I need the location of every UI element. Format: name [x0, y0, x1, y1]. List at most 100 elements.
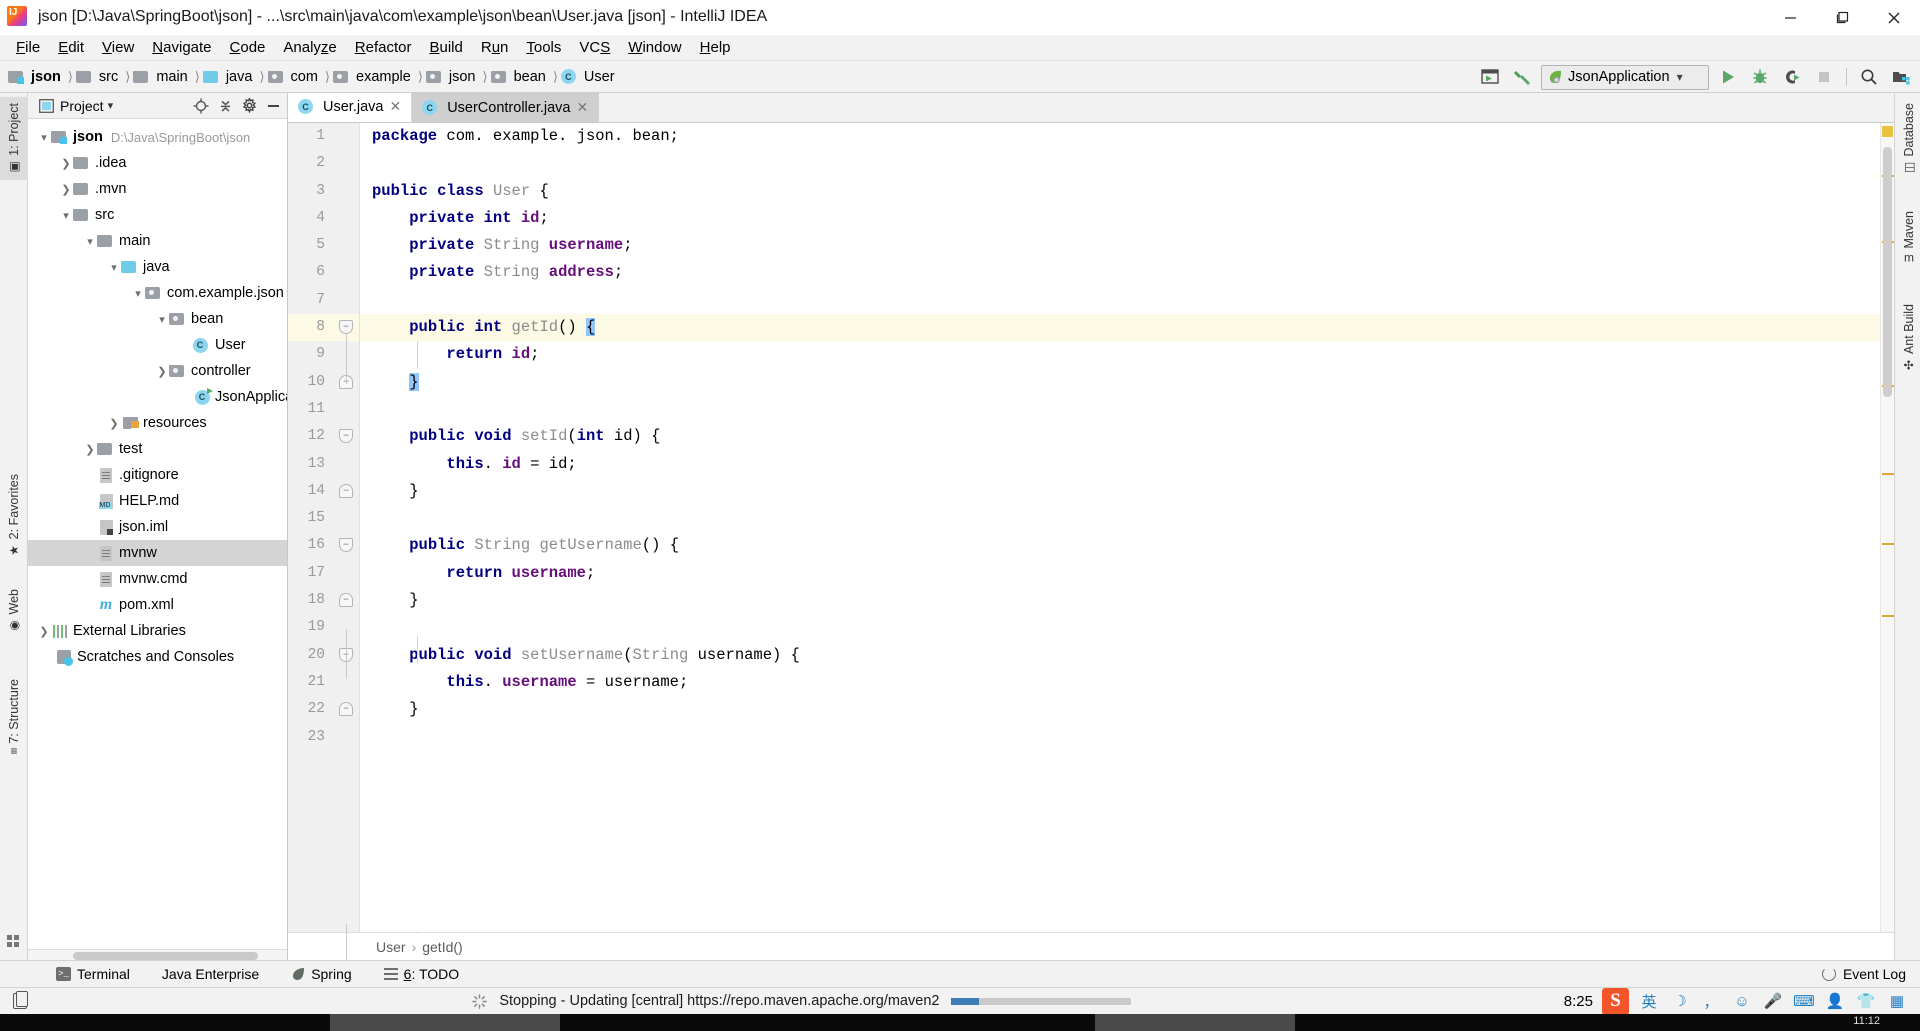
- tree-item-idea[interactable]: ❯ .idea: [28, 150, 287, 176]
- breadcrumb-src[interactable]: src: [75, 68, 122, 86]
- search-everywhere-icon[interactable]: [1856, 65, 1882, 89]
- sidebar-item-structure[interactable]: ≡ 7: Structure: [0, 673, 28, 761]
- tree-item-scratches-and-consoles[interactable]: Scratches and Consoles: [28, 644, 287, 670]
- warning-marker[interactable]: [1882, 473, 1894, 475]
- chevron-down-icon[interactable]: ▾: [82, 233, 98, 249]
- menu-view[interactable]: View: [93, 37, 143, 58]
- fold-collapse-icon[interactable]: –: [339, 320, 353, 335]
- ime-voice-icon[interactable]: 🎤: [1762, 990, 1784, 1012]
- menu-code[interactable]: Code: [221, 37, 275, 58]
- run-configuration-selector[interactable]: JsonApplication ▾: [1541, 64, 1709, 90]
- tree-item-main[interactable]: ▾ main: [28, 228, 287, 254]
- warning-marker[interactable]: [1882, 615, 1894, 617]
- tree-item-json-iml[interactable]: json.iml: [28, 514, 287, 540]
- tab-usercontroller-java[interactable]: C UserController.java ✕: [412, 93, 600, 122]
- sidebar-item-database[interactable]: ◫ Database: [1895, 97, 1920, 181]
- inspection-status-widget[interactable]: [1882, 126, 1893, 137]
- menu-file[interactable]: File: [7, 37, 49, 58]
- chevron-down-icon[interactable]: ▾: [36, 129, 52, 145]
- debug-icon[interactable]: [1747, 65, 1773, 89]
- chevron-down-icon[interactable]: ▾: [108, 99, 114, 112]
- tree-item-mvn[interactable]: ❯ .mvn: [28, 176, 287, 202]
- tree-item-resources[interactable]: ❯ resources: [28, 410, 287, 436]
- fold-collapse-icon[interactable]: –: [339, 429, 353, 444]
- bottom-item-todo[interactable]: 6: TODO: [368, 964, 476, 984]
- chevron-down-icon[interactable]: ▾: [106, 259, 122, 275]
- sidebar-item-favorites[interactable]: ★ 2: Favorites: [0, 468, 28, 563]
- ime-skin-icon[interactable]: 👕: [1855, 990, 1877, 1012]
- select-opened-file-icon[interactable]: [1477, 65, 1503, 89]
- fold-end-icon[interactable]: –: [339, 593, 353, 608]
- more-tool-windows-icon[interactable]: [7, 935, 21, 954]
- menu-refactor[interactable]: Refactor: [346, 37, 421, 58]
- ime-toolbox-icon[interactable]: ▦: [1886, 990, 1908, 1012]
- hide-panel-icon[interactable]: [263, 96, 283, 116]
- breadcrumb-bean[interactable]: bean: [490, 68, 550, 86]
- fold-collapse-icon[interactable]: –: [339, 538, 353, 553]
- sidebar-item-maven[interactable]: m Maven: [1895, 205, 1920, 269]
- menu-vcs[interactable]: VCS: [570, 37, 619, 58]
- breadcrumb-example[interactable]: example: [333, 68, 415, 86]
- chevron-down-icon[interactable]: ▾: [58, 207, 74, 223]
- stop-icon[interactable]: [1811, 65, 1837, 89]
- chevron-down-icon[interactable]: ▾: [154, 311, 170, 327]
- collapse-all-icon[interactable]: [215, 96, 235, 116]
- ime-keyboard-icon[interactable]: ⌨: [1793, 990, 1815, 1012]
- project-horizontal-scrollbar[interactable]: [28, 949, 287, 960]
- breadcrumb-com[interactable]: com: [267, 68, 322, 86]
- vertical-scrollbar-thumb[interactable]: [1883, 147, 1892, 397]
- close-icon[interactable]: ✕: [389, 98, 401, 115]
- menu-edit[interactable]: Edit: [49, 37, 93, 58]
- chevron-right-icon[interactable]: ❯: [106, 415, 122, 431]
- menu-help[interactable]: Help: [691, 37, 740, 58]
- menu-run[interactable]: Run: [472, 37, 518, 58]
- close-button[interactable]: [1868, 0, 1920, 35]
- menu-tools[interactable]: Tools: [517, 37, 570, 58]
- tree-item-external-libraries[interactable]: ❯ External Libraries: [28, 618, 287, 644]
- warning-marker[interactable]: [1882, 543, 1894, 545]
- project-structure-icon[interactable]: [1888, 65, 1914, 89]
- tree-item-controller[interactable]: ❯ controller: [28, 358, 287, 384]
- menu-navigate[interactable]: Navigate: [143, 37, 220, 58]
- ime-moon-icon[interactable]: ☽: [1669, 990, 1691, 1012]
- scrollbar-thumb[interactable]: [73, 952, 258, 960]
- run-with-coverage-icon[interactable]: [1779, 65, 1805, 89]
- tree-item-json-application[interactable]: C JsonApplication: [28, 384, 287, 410]
- tree-item-gitignore[interactable]: .gitignore: [28, 462, 287, 488]
- tab-user-java[interactable]: C User.java ✕: [288, 93, 413, 122]
- tree-item-pom-xml[interactable]: m pom.xml: [28, 592, 287, 618]
- close-icon[interactable]: ✕: [577, 99, 589, 116]
- sidebar-item-ant-build[interactable]: ✣ Ant Build: [1895, 298, 1920, 378]
- chevron-right-icon[interactable]: ❯: [82, 441, 98, 457]
- sidebar-item-web[interactable]: ◉ Web: [0, 583, 28, 638]
- breadcrumb-class[interactable]: User: [376, 939, 406, 955]
- settings-gear-icon[interactable]: [239, 96, 259, 116]
- chevron-down-icon[interactable]: ▾: [130, 285, 146, 301]
- breadcrumb-member[interactable]: getId(): [422, 939, 462, 955]
- breadcrumb-user-class[interactable]: C User: [560, 68, 619, 86]
- taskbar-window-button[interactable]: [330, 1014, 560, 1031]
- chevron-right-icon[interactable]: ❯: [58, 155, 74, 171]
- sidebar-item-project[interactable]: ▣ 1: Project: [0, 97, 28, 180]
- editor-marker-bar[interactable]: [1880, 123, 1894, 932]
- tree-item-src[interactable]: ▾ src: [28, 202, 287, 228]
- tree-item-mvnw[interactable]: mvnw: [28, 540, 287, 566]
- code-editor[interactable]: package com. example. json. bean; public…: [360, 123, 1880, 932]
- tree-item-mvnw-cmd[interactable]: mvnw.cmd: [28, 566, 287, 592]
- event-log-button[interactable]: Event Log: [1821, 966, 1906, 982]
- chevron-right-icon[interactable]: ❯: [58, 181, 74, 197]
- chevron-right-icon[interactable]: ❯: [36, 623, 52, 639]
- tree-item-user-class[interactable]: C User: [28, 332, 287, 358]
- tree-item-java[interactable]: ▾ java: [28, 254, 287, 280]
- breadcrumb-java[interactable]: java: [202, 68, 257, 86]
- ime-emoji-icon[interactable]: ☺: [1731, 990, 1753, 1012]
- menu-window[interactable]: Window: [619, 37, 690, 58]
- bottom-item-terminal[interactable]: >_ Terminal: [40, 964, 146, 984]
- breadcrumb-json-package[interactable]: json: [425, 68, 480, 86]
- bottom-item-java-enterprise[interactable]: Java Enterprise: [146, 964, 275, 984]
- editor-gutter[interactable]: 1 2 3 4 5 6 7 8 – 9 10 – 11: [288, 123, 360, 974]
- ime-language-icon[interactable]: 英: [1638, 990, 1660, 1012]
- toggle-toolbars-button[interactable]: [0, 991, 40, 1009]
- minimize-button[interactable]: [1764, 0, 1816, 35]
- fold-end-icon[interactable]: –: [339, 483, 353, 498]
